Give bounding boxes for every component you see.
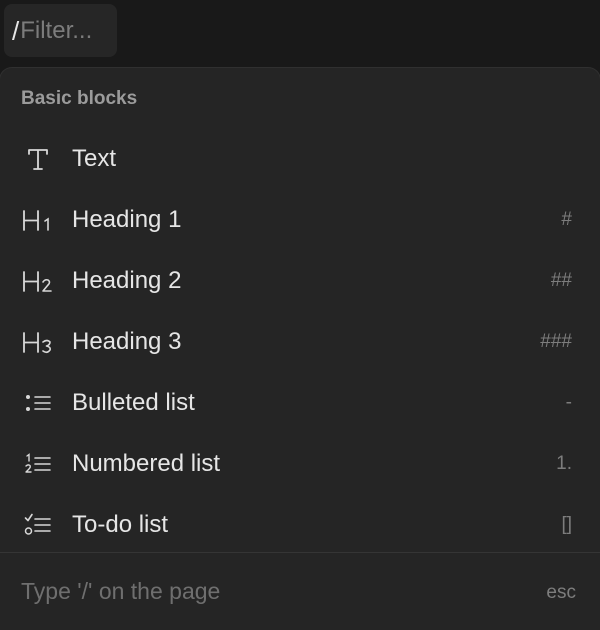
menu-divider [0, 552, 600, 553]
todo-list-icon [20, 507, 56, 543]
section-title: Basic blocks [21, 88, 138, 109]
menu-item-heading-2[interactable]: Heading 2 ## [0, 252, 600, 310]
close-hint[interactable]: esc [546, 582, 576, 604]
menu-item-label: To-do list [72, 511, 169, 538]
menu-item-label: Heading 2 [72, 267, 182, 294]
numbered-list-icon [20, 446, 56, 482]
menu-item-shortcut: ### [540, 331, 572, 352]
menu-item-label: Text [72, 145, 117, 172]
heading-1-icon [20, 202, 56, 238]
menu-item-todo-list[interactable]: To-do list [] [0, 496, 600, 554]
menu-item-numbered-list[interactable]: Numbered list 1. [0, 435, 600, 493]
menu-item-shortcut: 1. [556, 453, 572, 474]
bulleted-list-icon [20, 385, 56, 421]
menu-item-shortcut: ## [550, 270, 572, 291]
filter-input[interactable] [19, 16, 111, 45]
menu-item-shortcut: - [565, 392, 572, 413]
menu-item-label: Numbered list [72, 450, 221, 477]
heading-2-icon [20, 263, 56, 299]
menu-item-heading-3[interactable]: Heading 3 ### [0, 313, 600, 371]
menu-item-label: Heading 1 [72, 206, 182, 233]
menu-item-shortcut: [] [561, 514, 572, 535]
menu-item-text[interactable]: Text [0, 130, 600, 188]
filter-prefix: / [12, 15, 20, 46]
menu-item-label: Bulleted list [72, 389, 195, 416]
menu-item-heading-1[interactable]: Heading 1 # [0, 191, 600, 249]
filter-box[interactable]: / [4, 4, 117, 57]
text-type-icon [20, 141, 56, 177]
menu-item-shortcut: # [561, 209, 572, 230]
heading-3-icon [20, 324, 56, 360]
footer-hint: Type '/' on the page [21, 578, 221, 604]
menu-item-label: Heading 3 [72, 328, 182, 355]
block-menu: Basic blocks Text Heading 1 # Heading 2 … [0, 68, 600, 630]
menu-item-bulleted-list[interactable]: Bulleted list - [0, 374, 600, 432]
